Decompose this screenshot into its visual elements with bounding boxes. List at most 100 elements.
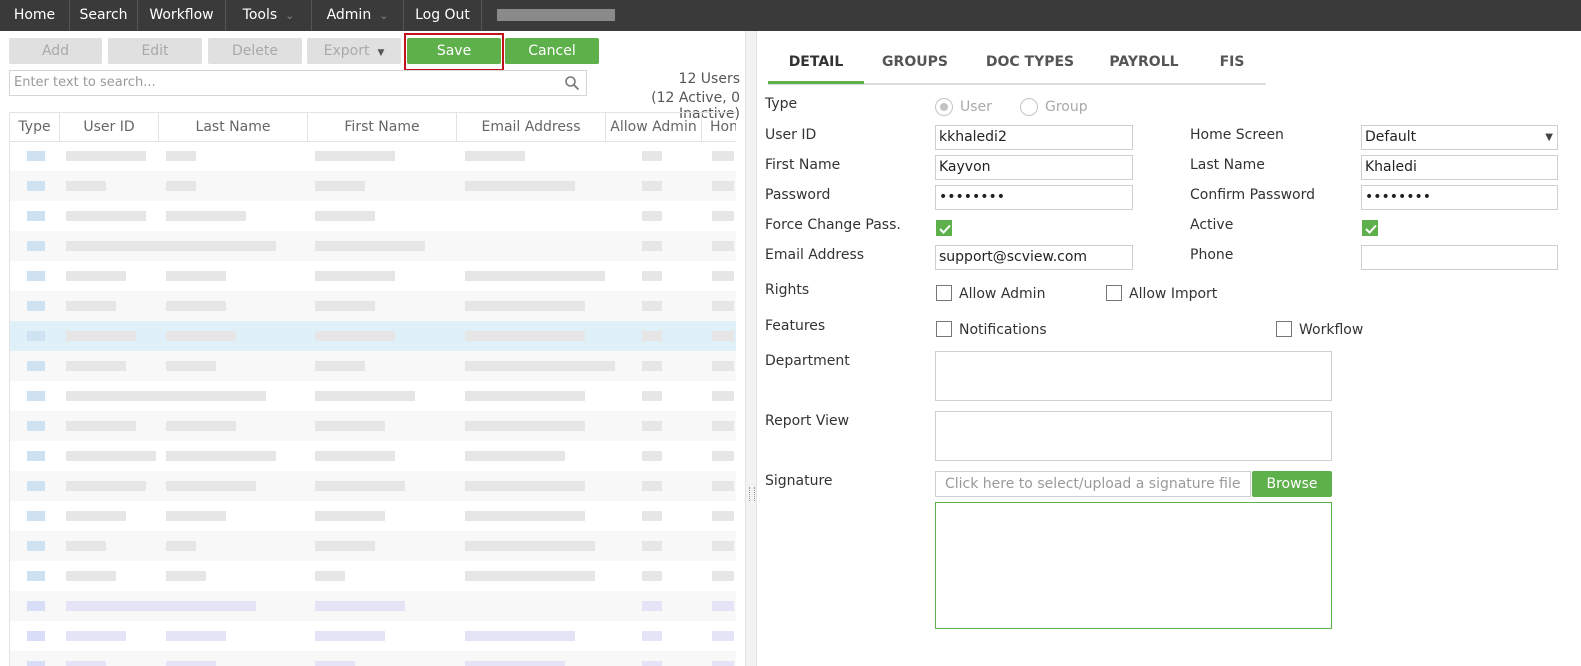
department-label: Department <box>765 353 850 369</box>
redacted-cell <box>166 481 256 491</box>
table-row[interactable] <box>10 561 736 591</box>
nav-search[interactable]: Search <box>70 0 138 31</box>
tab-groups[interactable]: GROUPS <box>874 46 956 81</box>
redacted-cell <box>642 661 662 666</box>
signature-preview[interactable] <box>935 502 1332 629</box>
redacted-cell <box>465 361 615 371</box>
force-change-checkbox[interactable] <box>936 220 952 236</box>
redacted-cell <box>642 511 662 521</box>
redacted-cell <box>66 271 126 281</box>
email-field[interactable]: support@scview.com <box>935 245 1133 270</box>
table-row[interactable] <box>10 621 736 651</box>
search-input[interactable]: Enter text to search... <box>14 75 156 90</box>
table-row[interactable] <box>10 171 736 201</box>
redacted-cell <box>315 271 395 281</box>
confirm-password-field[interactable]: •••••••• <box>1361 185 1558 210</box>
user-id-field[interactable]: kkhaledi2 <box>935 125 1133 150</box>
column-header[interactable]: Allow Admin <box>606 113 702 141</box>
search-box[interactable]: Enter text to search... <box>9 70 587 96</box>
splitter-grip-icon[interactable] <box>749 487 755 501</box>
export-button[interactable]: Export ▼ <box>307 38 401 64</box>
report-view-field[interactable] <box>935 411 1332 461</box>
redacted-cell <box>66 301 116 311</box>
tab-payroll[interactable]: PAYROLL <box>1104 46 1184 81</box>
table-row[interactable] <box>10 381 736 411</box>
redacted-cell <box>166 181 196 191</box>
nav-logout[interactable]: Log Out <box>404 0 482 31</box>
type-group-radio[interactable] <box>1020 98 1038 116</box>
redacted-cell <box>315 181 365 191</box>
redacted-cell <box>642 391 662 401</box>
search-icon[interactable] <box>564 75 580 95</box>
column-header[interactable]: Last Name <box>159 113 308 141</box>
department-field[interactable] <box>935 351 1332 401</box>
tab-fis[interactable]: FIS <box>1214 46 1250 81</box>
add-button[interactable]: Add <box>9 38 102 64</box>
user-type-icon <box>27 451 45 461</box>
redacted-cell <box>315 151 395 161</box>
user-type-icon <box>27 271 45 281</box>
column-header[interactable]: User ID <box>60 113 159 141</box>
redacted-cell <box>465 391 585 401</box>
redacted-cell <box>712 511 734 521</box>
panel-splitter[interactable] <box>745 31 757 666</box>
save-button[interactable]: Save <box>407 38 501 64</box>
table-row[interactable] <box>10 321 736 351</box>
nav-admin[interactable]: Admin ⌄ <box>312 0 404 31</box>
allow-admin-label: Allow Admin <box>959 286 1046 302</box>
cancel-button[interactable]: Cancel <box>505 38 599 64</box>
table-row[interactable] <box>10 351 736 381</box>
redacted-cell <box>465 331 585 341</box>
table-row[interactable] <box>10 231 736 261</box>
nav-tools[interactable]: Tools ⌄ <box>226 0 312 31</box>
table-row[interactable] <box>10 651 736 666</box>
redacted-cell <box>712 331 734 341</box>
redacted-cell <box>315 571 345 581</box>
column-header[interactable]: First Name <box>308 113 457 141</box>
nav-workflow-label: Workflow <box>149 7 214 23</box>
nav-home[interactable]: Home <box>0 0 70 31</box>
signature-file-input[interactable]: Click here to select/upload a signature … <box>935 471 1251 497</box>
table-row[interactable] <box>10 441 736 471</box>
browse-button[interactable]: Browse <box>1252 471 1332 497</box>
dropdown-arrow-icon[interactable]: ▼ <box>1545 126 1553 149</box>
notifications-checkbox[interactable] <box>936 321 952 337</box>
redacted-cell <box>166 541 196 551</box>
column-header[interactable]: Hon <box>702 113 736 141</box>
last-name-field[interactable]: Khaledi <box>1361 155 1558 180</box>
redacted-cell <box>465 511 585 521</box>
features-label: Features <box>765 318 826 334</box>
password-field[interactable]: •••••••• <box>935 185 1133 210</box>
column-header[interactable]: Type <box>10 113 60 141</box>
phone-field[interactable] <box>1361 245 1558 270</box>
tab-doc-types[interactable]: DOC TYPES <box>982 46 1078 81</box>
phone-label: Phone <box>1190 247 1234 263</box>
redacted-cell <box>315 481 405 491</box>
table-row[interactable] <box>10 591 736 621</box>
delete-button[interactable]: Delete <box>208 38 302 64</box>
allow-import-checkbox[interactable] <box>1106 285 1122 301</box>
column-header[interactable]: Email Address <box>457 113 606 141</box>
allow-admin-checkbox[interactable] <box>936 285 952 301</box>
table-row[interactable] <box>10 471 736 501</box>
nav-logout-label: Log Out <box>415 7 470 23</box>
first-name-field[interactable]: Kayvon <box>935 155 1133 180</box>
type-user-radio[interactable] <box>935 98 953 116</box>
table-row[interactable] <box>10 291 736 321</box>
redacted-cell <box>642 421 662 431</box>
active-checkbox[interactable] <box>1362 220 1378 236</box>
workflow-checkbox[interactable] <box>1276 321 1292 337</box>
table-row[interactable] <box>10 261 736 291</box>
edit-button[interactable]: Edit <box>108 38 202 64</box>
redacted-cell <box>66 421 136 431</box>
table-row[interactable] <box>10 411 736 441</box>
redacted-cell <box>712 181 734 191</box>
notifications-label: Notifications <box>959 322 1047 338</box>
table-row[interactable] <box>10 531 736 561</box>
table-row[interactable] <box>10 501 736 531</box>
home-screen-select[interactable]: Default ▼ <box>1361 125 1558 150</box>
nav-workflow[interactable]: Workflow <box>138 0 226 31</box>
tab-detail[interactable]: DETAIL <box>768 46 864 84</box>
table-row[interactable] <box>10 201 736 231</box>
table-row[interactable] <box>10 141 736 171</box>
